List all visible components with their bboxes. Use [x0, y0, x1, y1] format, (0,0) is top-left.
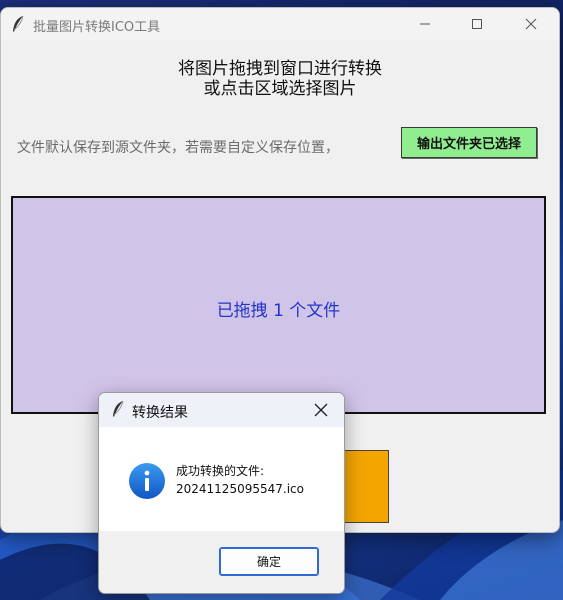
dialog-titlebar[interactable]: 转换结果 — [99, 393, 344, 427]
minimize-icon — [420, 23, 430, 25]
close-icon — [525, 18, 537, 30]
dialog-footer: 确定 — [99, 531, 344, 593]
dialog-title: 转换结果 — [132, 405, 188, 421]
maximize-icon — [472, 19, 482, 29]
result-dialog: 转换结果 成功转换的文件: 20241125095547.ico 确定 — [98, 392, 345, 594]
close-button[interactable] — [503, 8, 559, 40]
dialog-message-filename: 20241125095547.ico — [176, 482, 304, 496]
info-icon — [129, 463, 165, 499]
dialog-message-label: 成功转换的文件: — [176, 464, 265, 478]
dialog-close-icon[interactable] — [313, 402, 329, 418]
instruction-heading: 将图片拖拽到窗口进行转换 或点击区域选择图片 — [1, 59, 559, 99]
drop-status-text: 已拖拽 1 个文件 — [216, 301, 341, 321]
ok-button[interactable]: 确定 — [219, 547, 319, 576]
drop-zone[interactable]: 已拖拽 1 个文件 — [11, 196, 546, 414]
feather-icon — [13, 15, 24, 32]
maximize-button[interactable] — [449, 8, 505, 40]
heading-line-2: 或点击区域选择图片 — [203, 79, 357, 99]
output-folder-button[interactable]: 输出文件夹已选择 — [401, 127, 537, 158]
feather-icon — [113, 400, 124, 417]
save-location-hint: 文件默认保存到源文件夹，若需要自定义保存位置， — [17, 140, 339, 156]
window-titlebar[interactable]: 批量图片转换ICO工具 — [1, 8, 559, 40]
minimize-button[interactable] — [397, 8, 453, 40]
window-title: 批量图片转换ICO工具 — [33, 20, 161, 35]
heading-line-1: 将图片拖拽到窗口进行转换 — [178, 59, 382, 79]
